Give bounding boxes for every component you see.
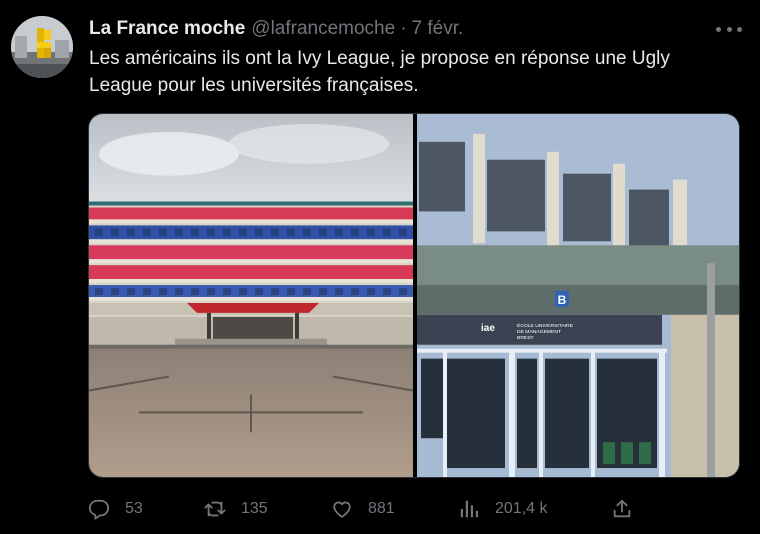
tweet-timestamp[interactable]: 7 févr.: [412, 18, 464, 40]
building-letter-sign: B: [558, 293, 567, 307]
reply-count: 53: [125, 500, 143, 517]
photo-university-building[interactable]: [89, 114, 413, 477]
views-icon: [460, 500, 479, 518]
like-button[interactable]: 881: [331, 494, 395, 524]
author-handle[interactable]: @lafrancemoche: [251, 18, 395, 40]
iae-entrance-image: B iae ÉCOLE UNIVERSITAIRE DE MANAGEMENT …: [417, 114, 739, 477]
like-count: 881: [368, 500, 395, 517]
reply-button[interactable]: 53: [88, 494, 143, 524]
tweet: La France moche @lafrancemoche · 7 févr.…: [0, 0, 760, 534]
tweet-media[interactable]: B iae ÉCOLE UNIVERSITAIRE DE MANAGEMENT …: [88, 113, 740, 478]
retweet-icon: [204, 501, 226, 517]
share-button[interactable]: [611, 494, 633, 524]
more-dots-icon[interactable]: [716, 20, 742, 38]
tweet-text: Les américains ils ont la Ivy League, je…: [89, 48, 670, 96]
views-count: 201,4 k: [495, 500, 548, 517]
heart-icon: [333, 501, 351, 518]
share-icon: [613, 499, 631, 518]
iae-logo-text: iae: [481, 323, 495, 334]
retweet-count: 135: [241, 500, 268, 517]
retweet-button[interactable]: 135: [204, 494, 268, 524]
university-building-image: [89, 114, 413, 477]
avatar-image: [11, 16, 73, 78]
tweet-actions: 53 135 881 201,4 k: [88, 494, 748, 524]
photo-iae-entrance[interactable]: B iae ÉCOLE UNIVERSITAIRE DE MANAGEMENT …: [417, 114, 739, 477]
avatar[interactable]: [11, 16, 73, 78]
reply-icon: [88, 499, 110, 520]
views-button[interactable]: 201,4 k: [458, 494, 547, 524]
tweet-header: La France moche @lafrancemoche · 7 févr.: [89, 18, 463, 40]
iae-sign-line1: ÉCOLE UNIVERSITAIRE: [517, 322, 574, 329]
author-name[interactable]: La France moche: [89, 18, 245, 40]
iae-sign-line3: BREST: [517, 335, 534, 341]
separator-dot: ·: [400, 18, 407, 39]
